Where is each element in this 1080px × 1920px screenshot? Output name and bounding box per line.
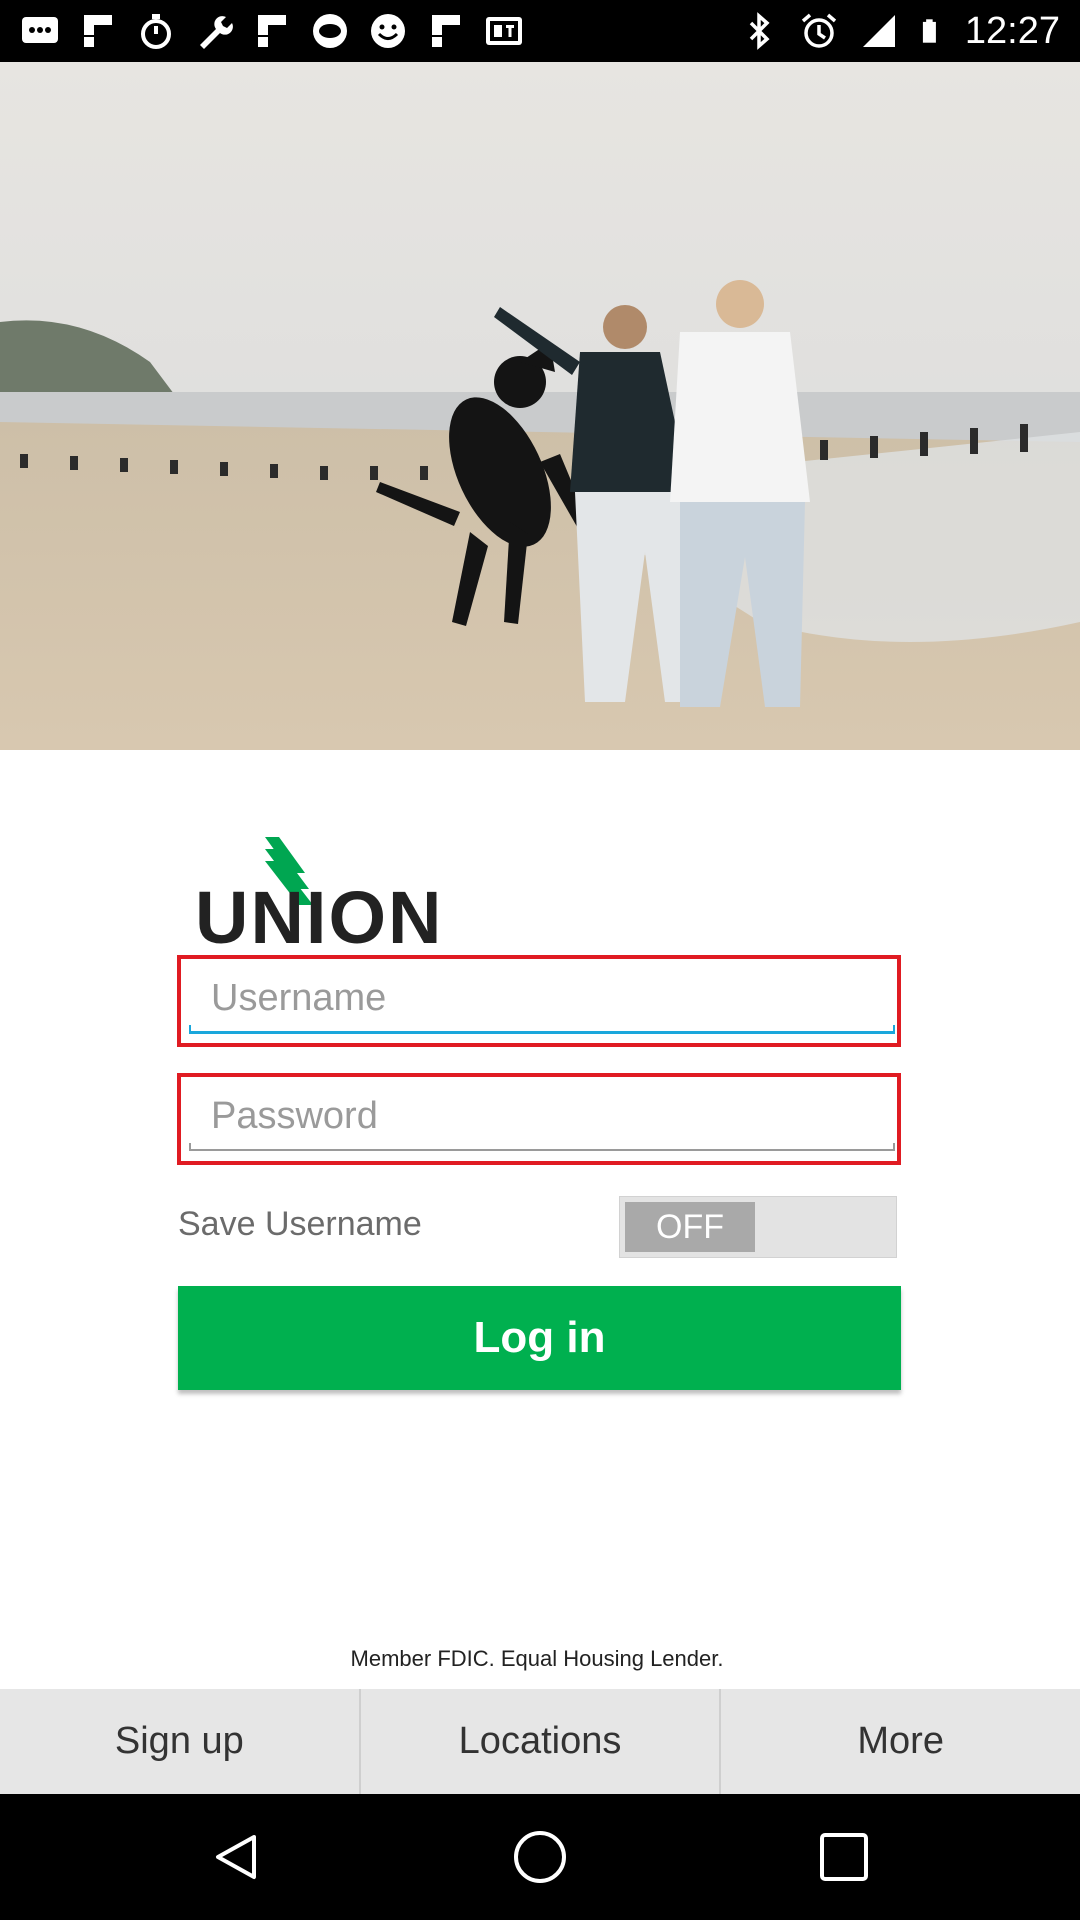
save-username-toggle[interactable]: OFF xyxy=(619,1196,897,1258)
status-bar: 12:27 xyxy=(0,0,1080,62)
message-icon xyxy=(22,17,58,43)
recents-icon[interactable] xyxy=(816,1829,872,1885)
bluetooth-icon xyxy=(749,12,770,50)
flipboard-icon xyxy=(84,15,112,47)
toggle-state-label: OFF xyxy=(625,1202,755,1252)
flipboard-icon xyxy=(432,15,460,47)
password-underline xyxy=(189,1143,895,1151)
beach-photo-image xyxy=(0,62,1080,750)
clock: 12:27 xyxy=(964,9,1060,52)
tab-sign-up[interactable]: Sign up xyxy=(0,1689,361,1794)
wrench-icon xyxy=(200,16,233,49)
save-username-label: Save Username xyxy=(178,1205,422,1243)
back-icon[interactable] xyxy=(208,1829,264,1885)
battery-icon xyxy=(922,19,936,43)
notification-icons xyxy=(20,8,524,54)
hero-photo xyxy=(0,62,1080,750)
login-button[interactable]: Log in xyxy=(178,1286,901,1390)
stopwatch-icon xyxy=(141,14,171,49)
signal-icon xyxy=(862,15,895,47)
svg-text:UNION: UNION xyxy=(195,876,443,947)
tab-locations[interactable]: Locations xyxy=(361,1689,722,1794)
username-focus-underline xyxy=(189,1025,895,1034)
bottom-tab-bar: Sign up Locations More xyxy=(0,1689,1080,1794)
alarm-icon xyxy=(801,13,837,48)
union-logo: UNION xyxy=(195,837,443,947)
fdic-disclaimer: Member FDIC. Equal Housing Lender. xyxy=(350,1646,724,1671)
password-field-container xyxy=(177,1073,901,1165)
password-input[interactable] xyxy=(189,1085,889,1147)
smiley-icon xyxy=(371,14,405,48)
fox-sports-icon xyxy=(313,14,347,48)
flipboard-icon xyxy=(258,15,286,47)
tab-more[interactable]: More xyxy=(721,1689,1080,1794)
username-field-container xyxy=(177,955,901,1047)
system-status: 12:27 xyxy=(739,8,1060,54)
username-input[interactable] xyxy=(189,967,889,1029)
qt-icon xyxy=(486,17,522,45)
android-nav-bar xyxy=(0,1794,1080,1920)
home-icon[interactable] xyxy=(512,1829,568,1885)
